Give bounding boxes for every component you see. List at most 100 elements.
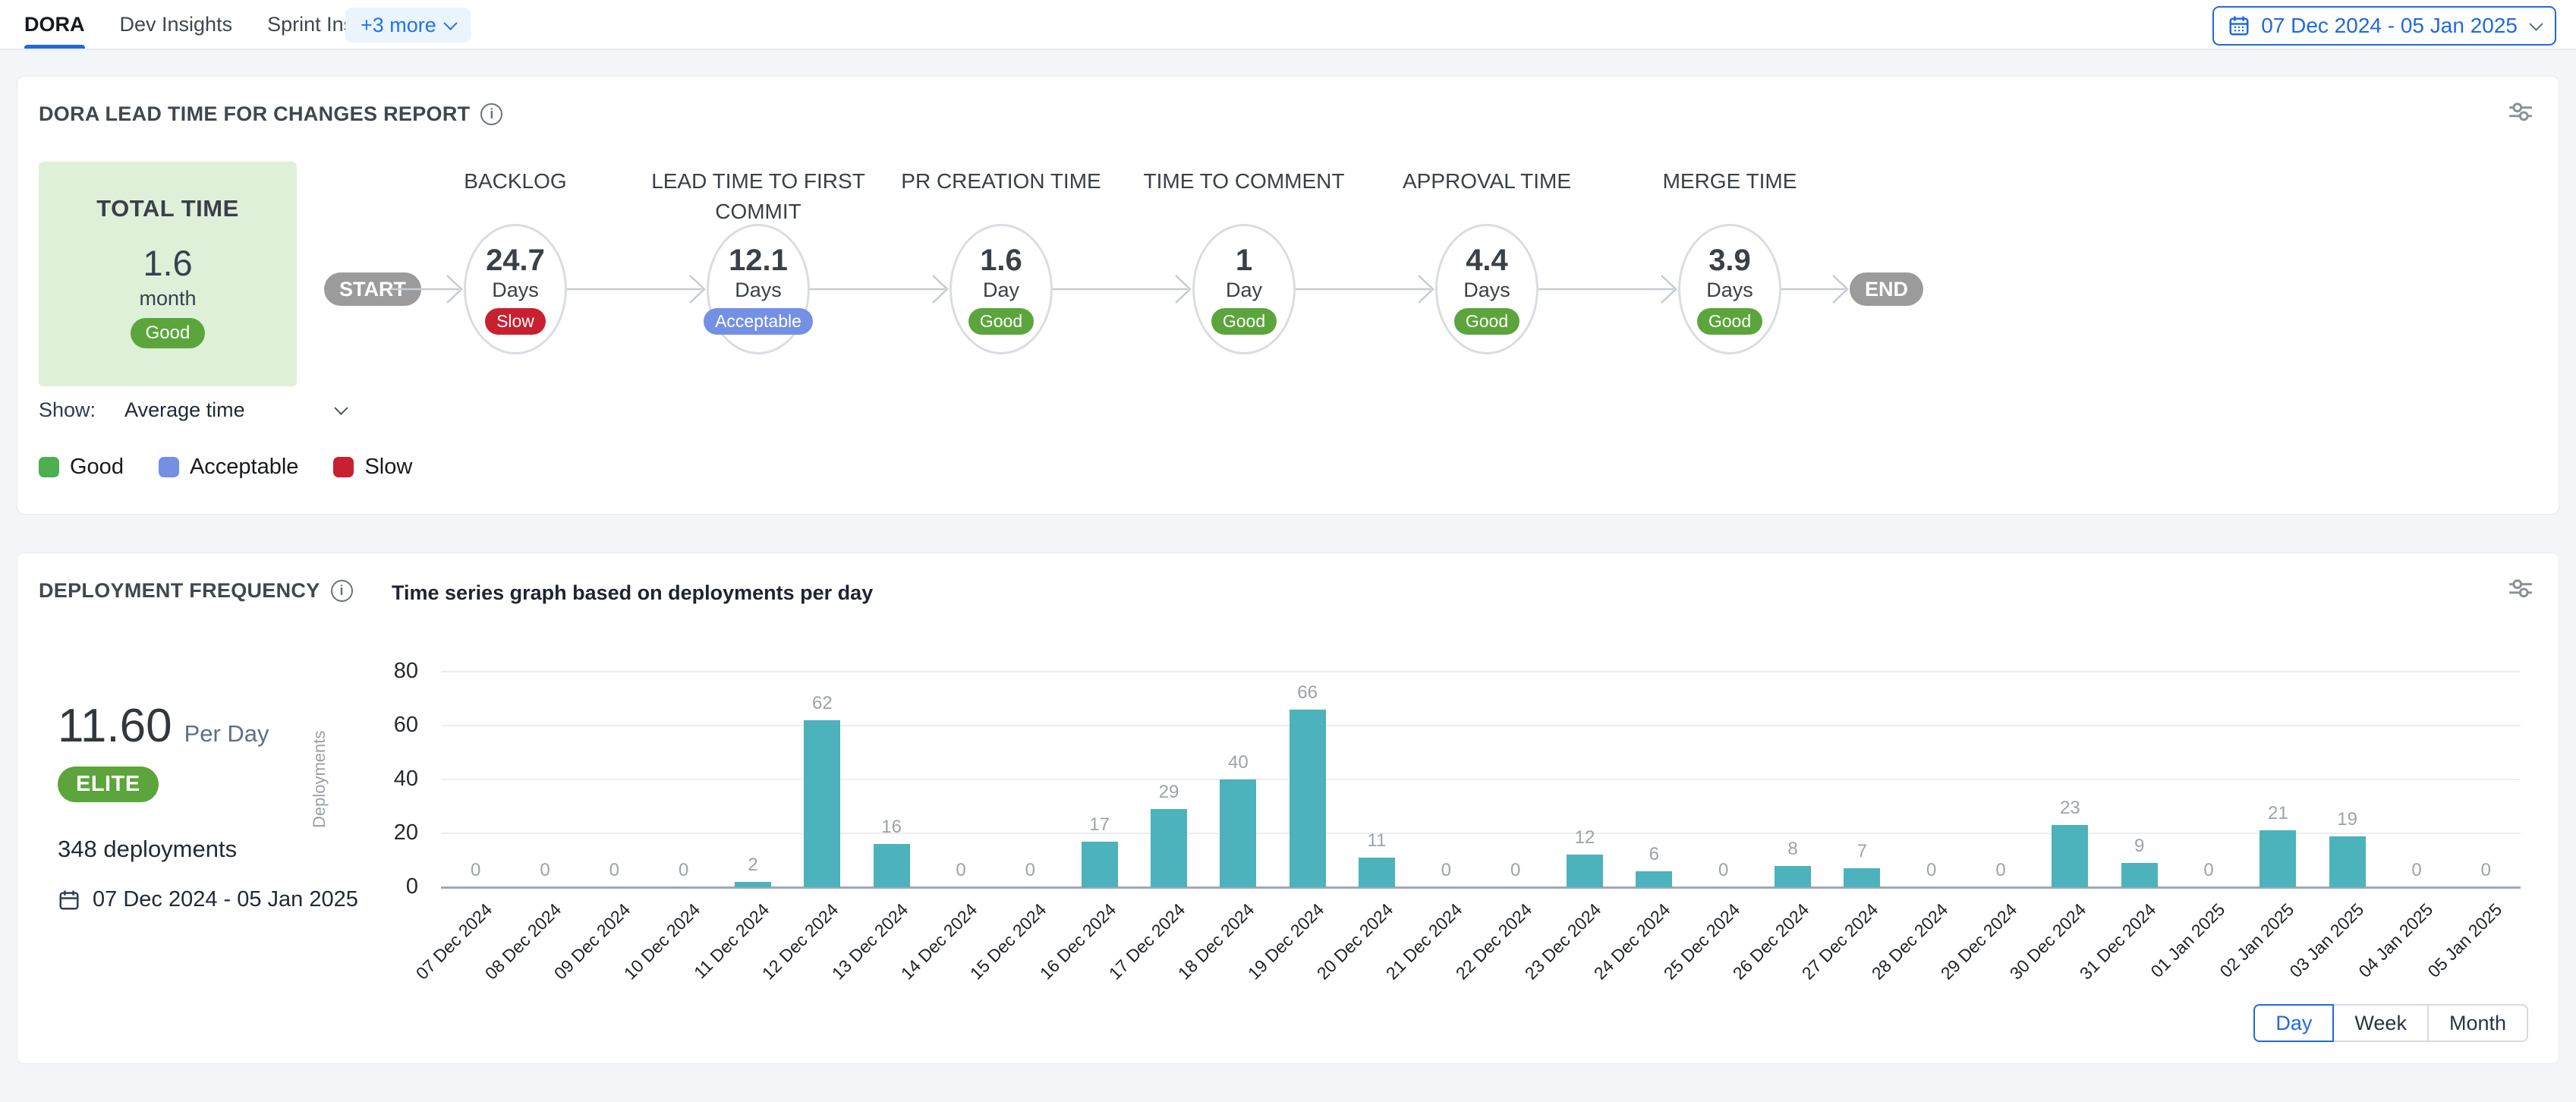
calendar-icon [58, 889, 80, 912]
bar-value-label: 12 [1551, 827, 1619, 849]
bar-value-label: 0 [511, 860, 579, 881]
bar-19-dec-2024 [1290, 710, 1326, 887]
bar-value-label: 8 [1759, 839, 1827, 860]
bar-value-label: 40 [1204, 752, 1272, 773]
stage-status-badge: Good [1211, 308, 1277, 335]
chevron-down-icon [334, 401, 348, 414]
x-axis-label: 07 Dec 2024 [364, 899, 496, 1032]
bar-24-dec-2024 [1636, 871, 1672, 887]
chevron-down-icon [2529, 17, 2543, 30]
stage-unit: Days [1463, 279, 1510, 302]
info-icon[interactable] [480, 103, 502, 125]
bar-value-label: 23 [2036, 798, 2104, 819]
y-axis-label: Deployments [304, 672, 335, 887]
legend-label: Good [70, 455, 124, 480]
x-axis-label: 10 Dec 2024 [572, 899, 704, 1032]
stage-value: 4.4 [1466, 244, 1508, 277]
bar-value-label: 9 [2105, 836, 2174, 857]
x-axis-label: 27 Dec 2024 [1750, 899, 1883, 1032]
legend-item-good: Good [39, 455, 124, 480]
x-axis-label: 28 Dec 2024 [1819, 899, 1952, 1032]
show-selected-value: Average time [124, 398, 245, 422]
deployment-title: DEPLOYMENT FREQUENCY [39, 579, 320, 603]
flow-end-pill: END [1850, 272, 1923, 306]
total-time-status-badge: Good [131, 318, 206, 348]
bar-value-label: 62 [788, 693, 856, 714]
info-icon[interactable] [331, 580, 353, 602]
stage-status-badge: Slow [485, 308, 546, 335]
bar-03-jan-2025 [2329, 836, 2366, 887]
bar-value-label: 6 [1620, 844, 1688, 865]
stage-value: 1 [1236, 244, 1252, 277]
bar-value-label: 0 [1967, 860, 2035, 881]
bar-23-dec-2024 [1567, 855, 1603, 887]
tab-dev-insights[interactable]: Dev Insights [120, 0, 233, 49]
deployment-date-range-label: 07 Dec 2024 - 05 Jan 2025 [93, 887, 358, 912]
bar-11-dec-2024 [735, 882, 771, 887]
flow-arrow [1296, 272, 1435, 306]
x-axis-label: 11 Dec 2024 [641, 899, 773, 1032]
bar-26-dec-2024 [1775, 866, 1811, 887]
gridline-80 [441, 671, 2521, 672]
bar-value-label: 29 [1135, 782, 1203, 803]
bar-13-dec-2024 [874, 844, 910, 887]
lead-time-card: DORA LEAD TIME FOR CHANGES REPORT TOTAL … [17, 76, 2559, 515]
show-metric-dropdown[interactable]: Show: Average time [39, 398, 346, 422]
x-axis-label: 18 Dec 2024 [1126, 899, 1259, 1032]
x-axis-label: 15 Dec 2024 [918, 899, 1051, 1032]
calendar-icon [2228, 14, 2250, 37]
more-tabs-button[interactable]: +3 more [345, 8, 471, 43]
date-range-picker[interactable]: 07 Dec 2024 - 05 Jan 2025 [2212, 6, 2556, 46]
stage-value: 1.6 [980, 244, 1022, 277]
flow-arrow [810, 272, 949, 306]
stage-unit: Days [492, 279, 539, 302]
deployment-frequency-card: DEPLOYMENT FREQUENCY Time series graph b… [17, 553, 2559, 1064]
bar-27-dec-2024 [1844, 868, 1880, 887]
bar-value-label: 11 [1343, 830, 1411, 852]
stage-label-lead-time-to-first-commit: LEAD TIME TO FIRST COMMIT [637, 166, 880, 227]
tab-strip: DORADev InsightsSprint Insights [24, 0, 397, 49]
granularity-week[interactable]: Week [2332, 1004, 2429, 1042]
stage-unit: Days [735, 279, 782, 302]
x-axis-label: 01 Jan 2025 [2096, 899, 2229, 1032]
chevron-down-icon [443, 16, 457, 30]
deployments-per-day-value: 11.60 [58, 699, 172, 753]
gridline-60 [441, 725, 2521, 726]
granularity-month[interactable]: Month [2427, 1004, 2528, 1042]
granularity-day[interactable]: Day [2253, 1004, 2334, 1042]
flow-arrow [567, 272, 707, 306]
bar-value-label: 7 [1828, 841, 1896, 862]
x-axis-label: 23 Dec 2024 [1472, 899, 1605, 1032]
stage-unit: Day [983, 279, 1019, 302]
x-axis-label: 09 Dec 2024 [502, 899, 635, 1032]
x-axis-label: 25 Dec 2024 [1611, 899, 1744, 1032]
widget-settings-button[interactable] [2507, 576, 2534, 604]
deployment-date-range: 07 Dec 2024 - 05 Jan 2025 [58, 887, 358, 912]
x-axis-label: 24 Dec 2024 [1542, 899, 1675, 1032]
x-axis-label: 17 Dec 2024 [1057, 899, 1189, 1032]
total-time-value: 1.6 [39, 242, 297, 284]
stage-label-backlog: BACKLOG [394, 166, 637, 197]
status-legend: Good Acceptable Slow [39, 455, 412, 480]
sliders-icon [2507, 99, 2534, 124]
bar-value-label: 17 [1066, 814, 1134, 836]
legend-item-acceptable: Acceptable [159, 455, 299, 480]
bar-16-dec-2024 [1082, 842, 1118, 887]
deployments-per-day-unit: Per Day [184, 720, 269, 748]
tab-dora[interactable]: DORA [24, 0, 85, 49]
x-axis-label: 14 Dec 2024 [849, 899, 981, 1032]
tab-label: DORA [24, 13, 85, 36]
stage-circle-time-to-comment: 1DayGood [1192, 224, 1296, 354]
widget-settings-button[interactable] [2507, 99, 2534, 128]
x-axis-label: 30 Dec 2024 [1958, 899, 2091, 1032]
bar-value-label: 0 [2382, 860, 2451, 881]
y-tick-80: 80 [356, 659, 418, 684]
bar-value-label: 0 [996, 860, 1064, 881]
legend-label: Slow [364, 455, 412, 480]
stage-label-approval-time: APPROVAL TIME [1365, 166, 1608, 197]
bar-value-label: 0 [580, 860, 648, 881]
legend-swatch-slow [333, 457, 354, 477]
stage-value: 3.9 [1708, 244, 1751, 277]
bar-value-label: 2 [719, 855, 787, 876]
bar-value-label: 0 [1412, 860, 1480, 881]
